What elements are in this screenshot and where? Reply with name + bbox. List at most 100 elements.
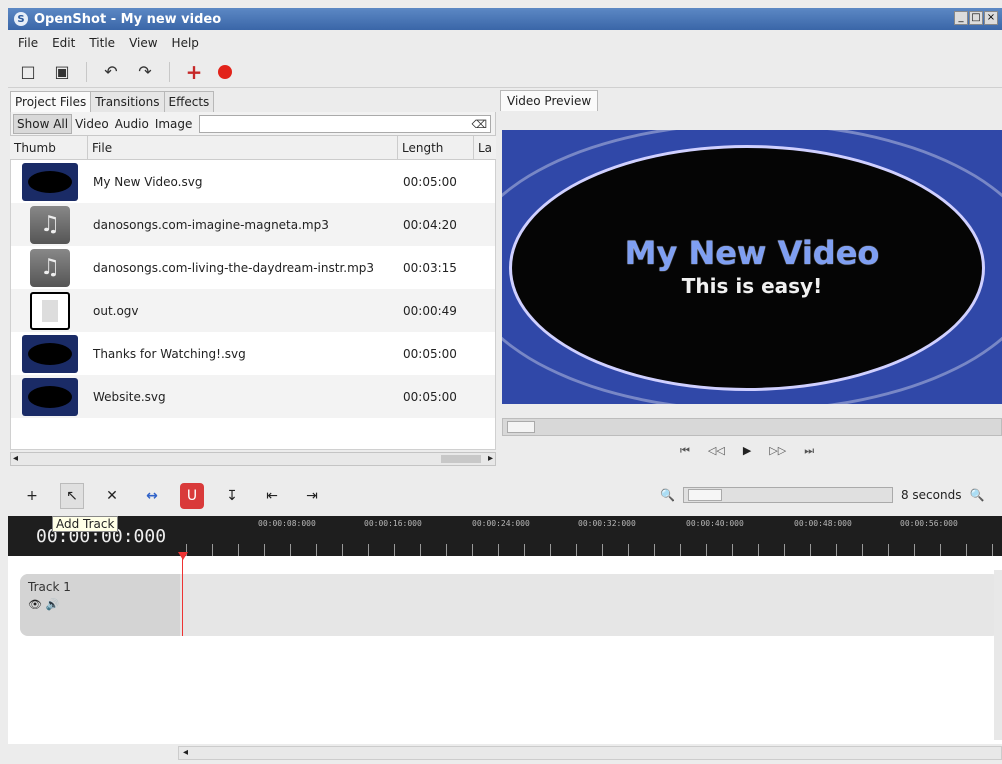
minimize-button[interactable]: _ (954, 11, 968, 25)
thumb-cell (11, 334, 89, 373)
filter-audio[interactable]: Audio (112, 115, 152, 133)
column-file[interactable]: File (88, 136, 398, 159)
jump-end-icon[interactable]: ⏭ (804, 444, 814, 458)
list-item[interactable]: My New Video.svg 00:05:00 (11, 160, 495, 203)
menu-file[interactable]: File (18, 36, 38, 50)
audio-thumbnail-icon: ♫ (30, 205, 70, 244)
scroll-right-icon[interactable]: ▸ (488, 453, 493, 464)
clear-search-icon[interactable]: ⌫ (471, 118, 487, 131)
file-length: 00:04:20 (403, 217, 457, 232)
files-column-header: Thumb File Length La (10, 136, 496, 160)
filter-video[interactable]: Video (72, 115, 112, 133)
timeline-ruler[interactable]: 00:00:00:000 00:00:08:000 00:00:16:000 0… (8, 516, 1002, 556)
video-preview-panel: Video Preview My New Video This is easy!… (500, 90, 1002, 476)
add-icon[interactable]: + (184, 60, 204, 84)
audio-speaker-icon[interactable]: 🔊 (45, 598, 59, 611)
playhead-marker-icon[interactable] (178, 552, 188, 560)
menu-edit[interactable]: Edit (52, 36, 75, 50)
ruler-tick-label: 00:00:48:000 (794, 519, 852, 528)
thumb-cell (11, 377, 89, 416)
rewind-icon[interactable]: ◁◁ (708, 444, 725, 458)
track-icons: 👁 🔊 (28, 598, 172, 611)
list-item[interactable]: Website.svg 00:05:00 (11, 375, 495, 418)
undo-icon[interactable]: ↶ (101, 62, 121, 82)
toolbar-separator (169, 61, 170, 82)
zoom-label: 8 seconds (900, 488, 962, 502)
ruler-ticks (186, 544, 1002, 556)
column-thumb[interactable]: Thumb (10, 136, 88, 159)
seek-handle[interactable] (507, 421, 535, 433)
fast-forward-icon[interactable]: ▷▷ (769, 444, 786, 458)
filter-show-all[interactable]: Show All (13, 113, 73, 134)
previous-marker-icon[interactable]: ⇤ (260, 483, 284, 509)
redo-icon[interactable]: ↷ (135, 62, 155, 82)
track-header[interactable]: Track 1 👁 🔊 (20, 574, 180, 636)
column-label[interactable]: La (474, 136, 496, 159)
list-item[interactable]: out.ogv 00:00:49 (11, 289, 495, 332)
ruler-tick-label: 00:00:24:000 (472, 519, 530, 528)
tracks-vertical-scrollbar[interactable] (994, 570, 1002, 740)
record-icon[interactable] (218, 64, 232, 79)
file-length: 00:05:00 (403, 346, 457, 361)
tab-video-preview[interactable]: Video Preview (500, 90, 599, 111)
timeline-horizontal-scrollbar[interactable]: ◂ (178, 746, 1002, 760)
list-item[interactable]: ♫ danosongs.com-imagine-magneta.mp3 00:0… (11, 203, 495, 246)
add-track-button[interactable]: + (20, 483, 44, 509)
resize-tool-icon[interactable]: ↔ (140, 483, 164, 509)
ruler-tick-label: 00:00:32:000 (578, 519, 636, 528)
play-icon[interactable]: ▶ (743, 444, 751, 458)
files-list: My New Video.svg 00:05:00 ♫ danosongs.co… (10, 160, 496, 450)
openshot-logo-icon: S (14, 12, 28, 26)
snapping-magnet-icon[interactable]: U (180, 483, 204, 509)
import-files-icon[interactable]: ▣ (52, 62, 72, 82)
title-thumbnail (22, 377, 78, 416)
scroll-left-icon[interactable]: ◂ (13, 453, 18, 464)
window-title: OpenShot - My new video (34, 11, 222, 27)
preview-canvas: My New Video This is easy! (502, 130, 1002, 404)
list-item[interactable]: Thanks for Watching!.svg 00:05:00 (11, 332, 495, 375)
thumb-cell (11, 291, 89, 330)
add-track-tooltip: Add Track (52, 516, 119, 532)
preview-seek-slider[interactable] (502, 418, 1002, 436)
menu-view[interactable]: View (129, 36, 157, 50)
toolbar-separator (86, 61, 87, 82)
maximize-button[interactable]: □ (969, 11, 983, 25)
jump-start-icon[interactable]: ⏮ (680, 444, 690, 458)
playhead-line[interactable] (182, 556, 183, 636)
preview-subtitle-text: This is easy! (681, 274, 823, 298)
track-row[interactable]: Track 1 👁 🔊 (20, 574, 1000, 636)
zoom-slider-handle[interactable] (687, 489, 722, 501)
list-item[interactable]: ♫ danosongs.com-living-the-daydream-inst… (11, 246, 495, 289)
tab-transitions[interactable]: Transitions (90, 91, 165, 112)
menu-help[interactable]: Help (172, 36, 199, 50)
file-name: Website.svg (93, 389, 166, 404)
scroll-left-icon[interactable]: ◂ (183, 747, 188, 758)
tab-project-files[interactable]: Project Files (10, 91, 92, 112)
search-input[interactable]: ⌫ (199, 114, 491, 133)
menu-title[interactable]: Title (89, 36, 115, 50)
thumb-cell (11, 162, 89, 201)
window-titlebar: S OpenShot - My new video _ □ × (8, 8, 1002, 30)
ruler-tick-label: 00:00:56:000 (900, 519, 958, 528)
column-length[interactable]: Length (398, 136, 474, 159)
files-horizontal-scrollbar[interactable]: ◂ ▸ (10, 452, 496, 466)
tracks-area[interactable]: Track 1 👁 🔊 (8, 556, 1002, 744)
filter-bar: Show All Video Audio Image ⌫ (10, 112, 496, 136)
zoom-in-icon[interactable]: 🔍 (969, 488, 984, 502)
zoom-slider[interactable] (682, 487, 893, 503)
new-project-icon[interactable]: □ (18, 62, 38, 82)
audio-thumbnail-icon: ♫ (30, 248, 70, 287)
tab-effects[interactable]: Effects (163, 91, 215, 112)
add-marker-icon[interactable]: ↧ (220, 483, 244, 509)
close-button[interactable]: × (984, 11, 998, 25)
select-tool-icon[interactable]: ↖ (60, 483, 84, 509)
thumb-cell: ♫ (11, 205, 89, 244)
razor-tool-icon[interactable]: ✕ (100, 483, 124, 509)
file-length: 00:00:49 (403, 303, 457, 318)
title-thumbnail (22, 334, 78, 373)
zoom-out-icon[interactable]: 🔍 (660, 488, 675, 502)
filter-image[interactable]: Image (152, 115, 196, 133)
next-marker-icon[interactable]: ⇥ (300, 483, 324, 509)
scrollbar-thumb[interactable] (441, 455, 481, 463)
visibility-eye-icon[interactable]: 👁 (28, 598, 42, 611)
